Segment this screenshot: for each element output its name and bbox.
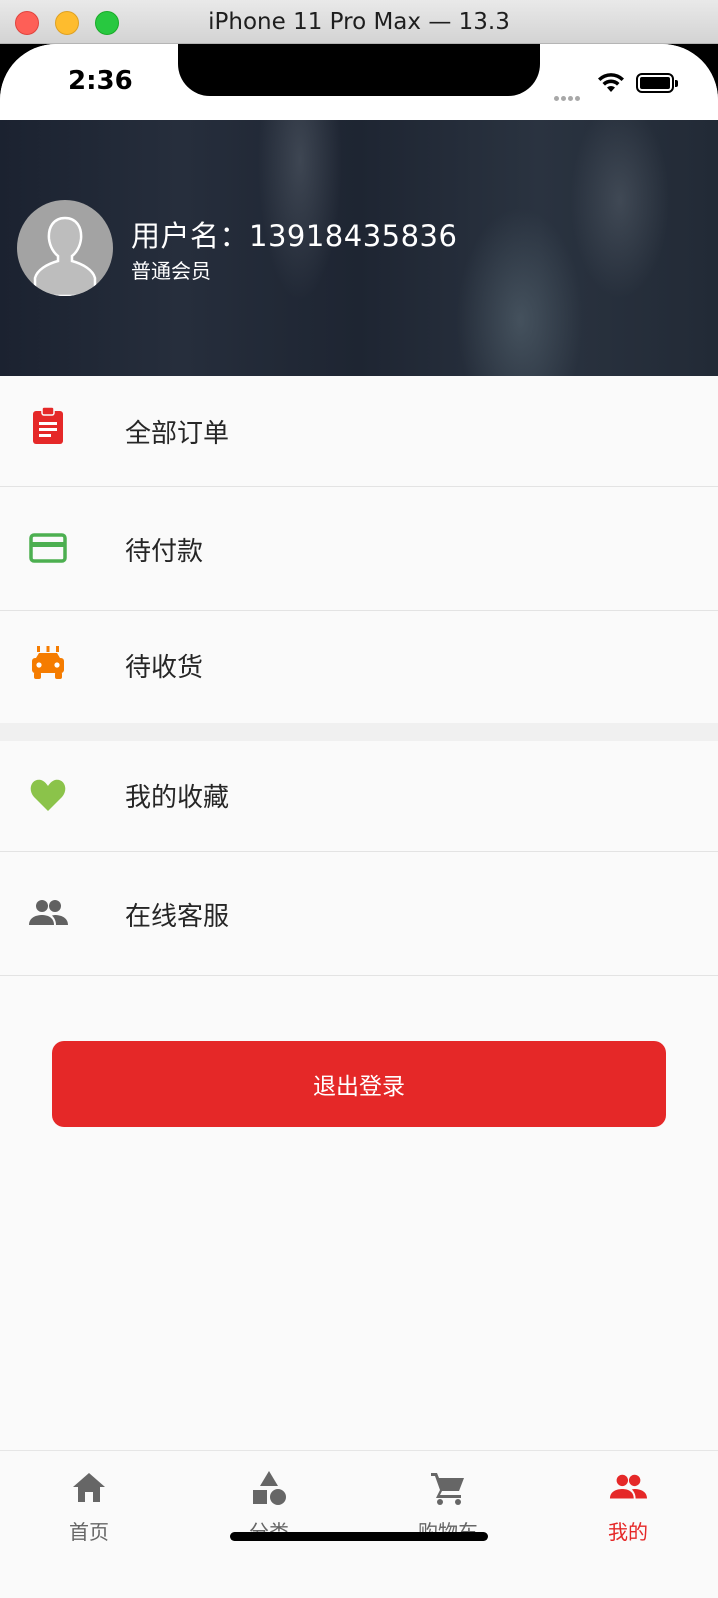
- section-divider: [0, 723, 718, 741]
- tab-label: 首页: [69, 1520, 109, 1544]
- credit-card-icon: [29, 533, 67, 563]
- battery-icon: [636, 73, 678, 93]
- category-icon: [253, 1471, 286, 1505]
- avatar[interactable]: [17, 200, 113, 296]
- app-screen: 2:36 用户名：13918435836 普通会员 全部订单 待付款 待收货 我…: [0, 44, 718, 1598]
- menu-label: 待收货: [125, 653, 204, 683]
- people-icon: [29, 900, 68, 925]
- status-bar: 2:36: [0, 44, 718, 120]
- people-icon: [609, 1474, 647, 1499]
- tab-label: 我的: [608, 1520, 648, 1544]
- signal-icon: [554, 86, 582, 105]
- user-silhouette-icon: [33, 216, 97, 296]
- profile-header: 用户名：13918435836 普通会员: [0, 120, 718, 376]
- bottom-tab-bar: 首页 分类 购物车: [0, 1450, 718, 1598]
- tab-cart[interactable]: 购物车: [393, 1451, 503, 1561]
- device-frame: 2:36 用户名：13918435836 普通会员 全部订单 待付款 待收货 我…: [0, 44, 718, 1598]
- heart-icon: [30, 779, 66, 811]
- menu-label: 在线客服: [125, 902, 230, 932]
- menu-label: 我的收藏: [125, 783, 230, 813]
- home-indicator[interactable]: [230, 1532, 488, 1541]
- menu-item-pending-payment[interactable]: 待付款: [0, 487, 718, 611]
- menu-label: 全部订单: [125, 419, 230, 449]
- menu-item-favorites[interactable]: 我的收藏: [0, 741, 718, 852]
- tab-mine[interactable]: 我的: [573, 1451, 683, 1561]
- username-label: 用户名：13918435836: [131, 219, 458, 253]
- menu-label: 待付款: [125, 537, 204, 567]
- tab-home[interactable]: 首页: [34, 1451, 144, 1561]
- device-notch: [178, 44, 540, 96]
- menu-item-pending-delivery[interactable]: 待收货: [0, 611, 718, 722]
- member-level-label: 普通会员: [131, 259, 211, 283]
- menu-item-all-orders[interactable]: 全部订单: [0, 376, 718, 487]
- menu-item-customer-service[interactable]: 在线客服: [0, 852, 718, 976]
- window-title: iPhone 11 Pro Max — 13.3: [208, 9, 510, 35]
- home-icon: [73, 1473, 105, 1502]
- taxi-icon: [32, 646, 64, 679]
- logout-button[interactable]: 退出登录: [52, 1041, 666, 1127]
- clipboard-icon: [33, 406, 63, 444]
- status-time: 2:36: [68, 66, 133, 96]
- tab-category[interactable]: 分类: [214, 1451, 324, 1561]
- simulator-title-bar: iPhone 11 Pro Max — 13.3: [0, 0, 718, 44]
- wifi-icon: [598, 73, 624, 92]
- cart-icon: [431, 1473, 464, 1505]
